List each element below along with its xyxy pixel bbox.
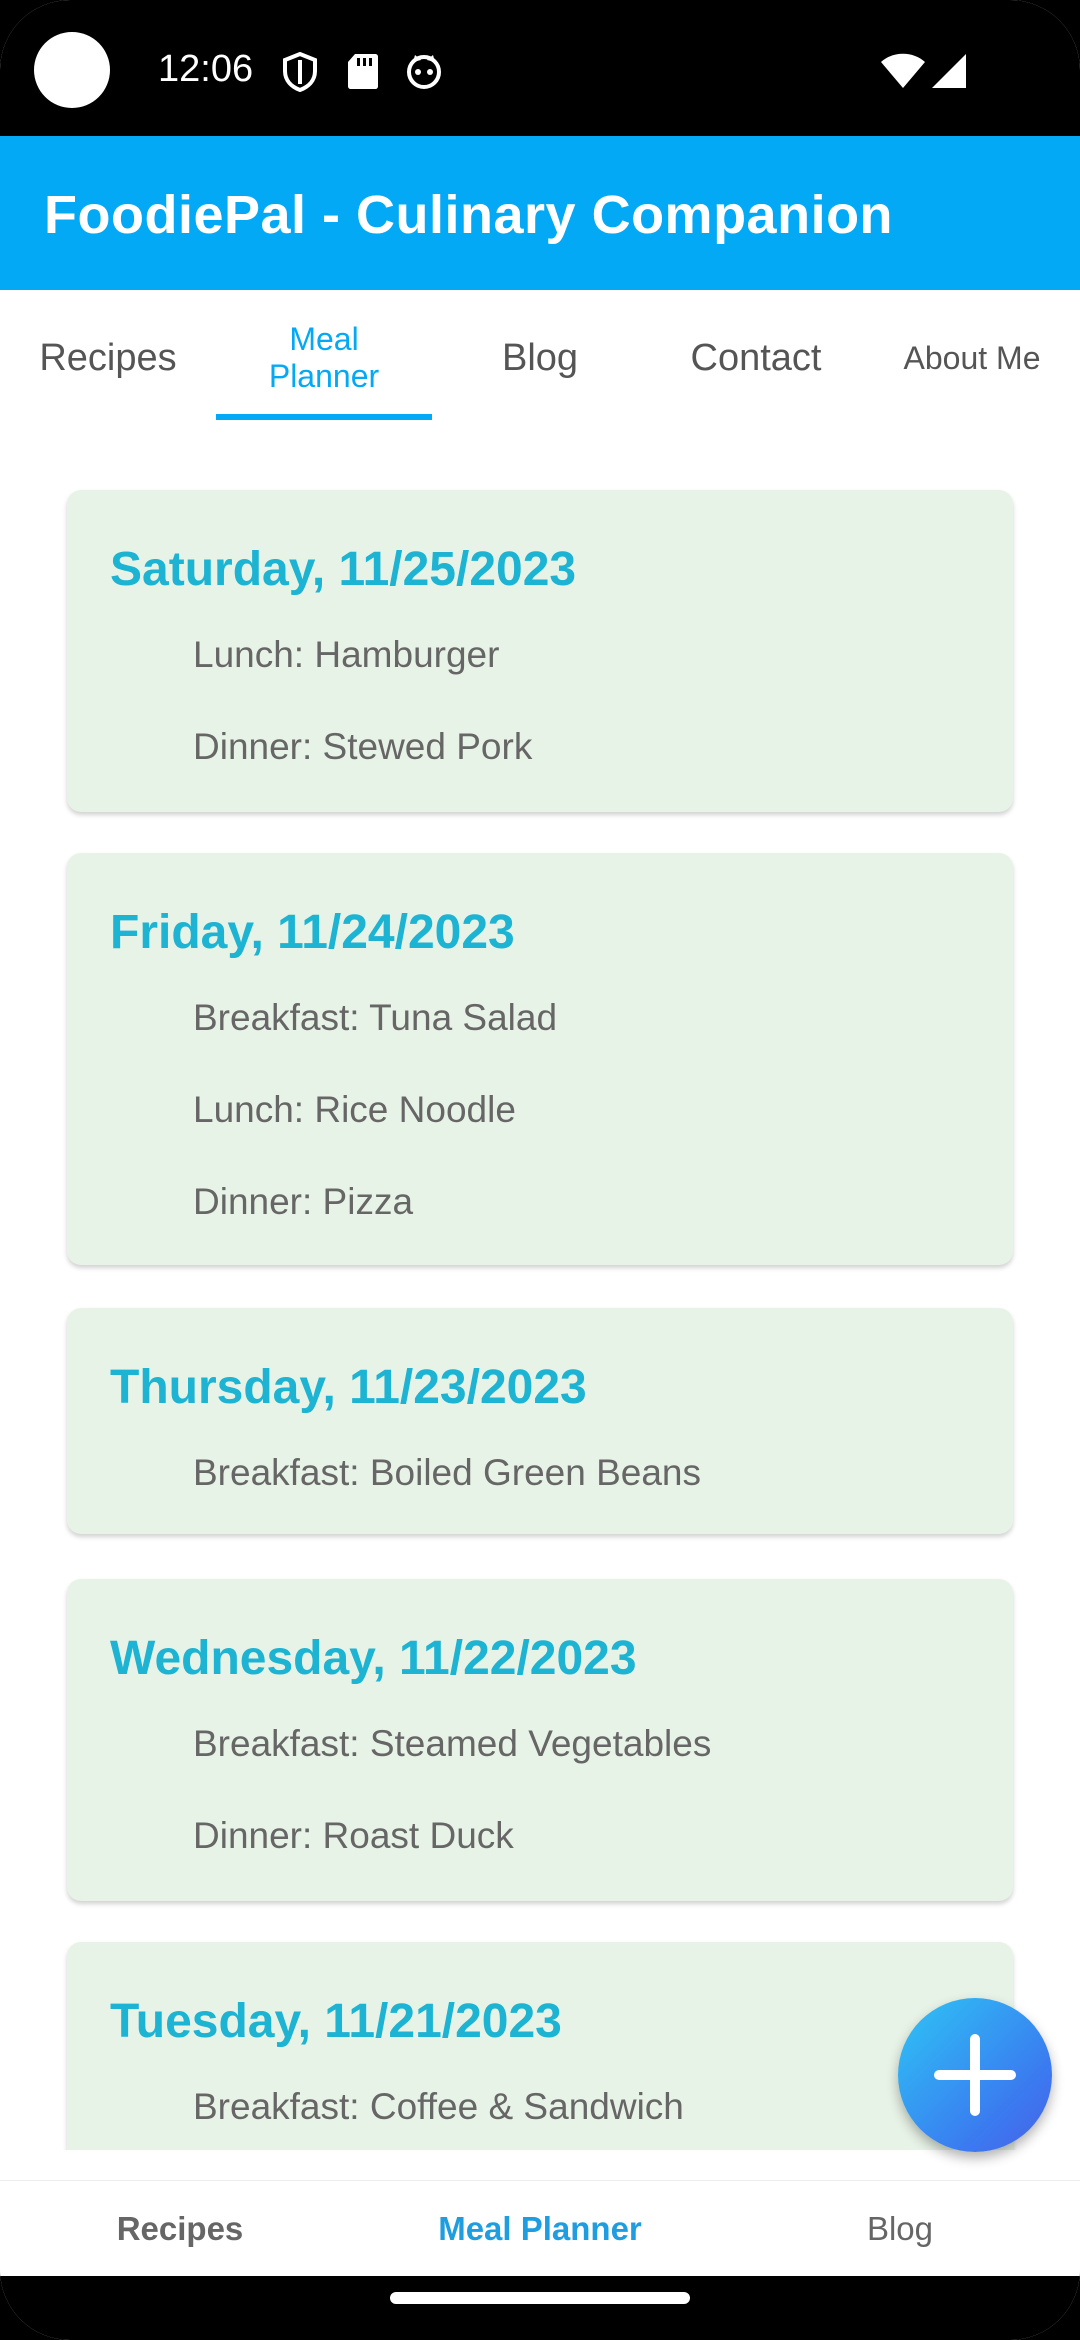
meal-plan-card[interactable]: Wednesday, 11/22/2023 Breakfast: Steamed… <box>67 1579 1013 1901</box>
meal-item: Dinner: Stewed Pork <box>193 726 533 767</box>
shield-icon <box>283 52 317 92</box>
tab-contact[interactable]: Contact <box>648 290 864 426</box>
meal-item: Breakfast: Coffee & Sandwich <box>193 2086 684 2127</box>
bottom-nav-recipes[interactable]: Recipes <box>0 2181 360 2277</box>
meal-plan-date: Thursday, 11/23/2023 <box>110 1361 587 1414</box>
tab-meal-planner[interactable]: Meal Planner <box>216 290 432 426</box>
meal-plan-date: Saturday, 11/25/2023 <box>110 543 577 596</box>
tab-meal-planner-label-line1: Meal <box>289 321 359 358</box>
bottom-nav-blog[interactable]: Blog <box>720 2181 1080 2277</box>
home-gesture-handle[interactable] <box>390 2292 690 2304</box>
meal-item: Lunch: Hamburger <box>193 634 500 675</box>
tab-blog[interactable]: Blog <box>432 290 648 426</box>
status-time: 12:06 <box>158 48 254 90</box>
meal-item: Breakfast: Boiled Green Beans <box>193 1452 702 1493</box>
add-meal-plan-button[interactable] <box>898 1998 1052 2152</box>
signal-icon <box>932 54 966 88</box>
cat-face-icon <box>407 55 441 89</box>
meal-item: Dinner: Pizza <box>193 1181 414 1222</box>
top-tab-bar: Recipes Meal Planner Blog Contact About … <box>0 290 1080 426</box>
meal-plan-date: Friday, 11/24/2023 <box>110 906 515 959</box>
tab-recipes[interactable]: Recipes <box>0 290 216 426</box>
tab-meal-planner-label-line2: Planner <box>268 358 380 394</box>
meal-item: Lunch: Rice Noodle <box>193 1089 516 1130</box>
meal-plan-card[interactable]: Tuesday, 11/21/2023 Breakfast: Coffee & … <box>67 1942 1013 2150</box>
app-title: FoodiePal - Culinary Companion <box>44 185 894 245</box>
active-tab-indicator <box>216 414 432 420</box>
camera-cutout <box>34 32 110 108</box>
system-gesture-bar <box>0 2276 1080 2340</box>
meal-plan-list[interactable]: Saturday, 11/25/2023 Lunch: Hamburger Di… <box>0 426 1080 2150</box>
meal-plan-card[interactable]: Saturday, 11/25/2023 Lunch: Hamburger Di… <box>67 490 1013 812</box>
meal-item: Dinner: Roast Duck <box>193 1815 514 1856</box>
sd-card-icon <box>348 54 378 89</box>
meal-plan-card[interactable]: Thursday, 11/23/2023 Breakfast: Boiled G… <box>67 1308 1013 1534</box>
wifi-icon <box>881 53 925 88</box>
meal-plan-date: Tuesday, 11/21/2023 <box>110 1995 562 2048</box>
app-bar: FoodiePal - Culinary Companion <box>0 136 1080 290</box>
plus-icon <box>934 2034 1016 2116</box>
bottom-nav-meal-planner[interactable]: Meal Planner <box>360 2181 720 2277</box>
meal-plan-date: Wednesday, 11/22/2023 <box>110 1632 637 1685</box>
meal-item: Breakfast: Tuna Salad <box>193 997 558 1038</box>
meal-plan-card[interactable]: Friday, 11/24/2023 Breakfast: Tuna Salad… <box>67 853 1013 1265</box>
phone-screen: 12:06 FoodiePal - Culinary Companion Rec… <box>0 0 1080 2340</box>
tab-about-me[interactable]: About Me <box>864 290 1080 426</box>
bottom-navigation: Recipes Meal Planner Blog <box>0 2180 1080 2276</box>
meal-item: Breakfast: Steamed Vegetables <box>193 1723 712 1764</box>
status-bar: 12:06 <box>0 0 1080 136</box>
